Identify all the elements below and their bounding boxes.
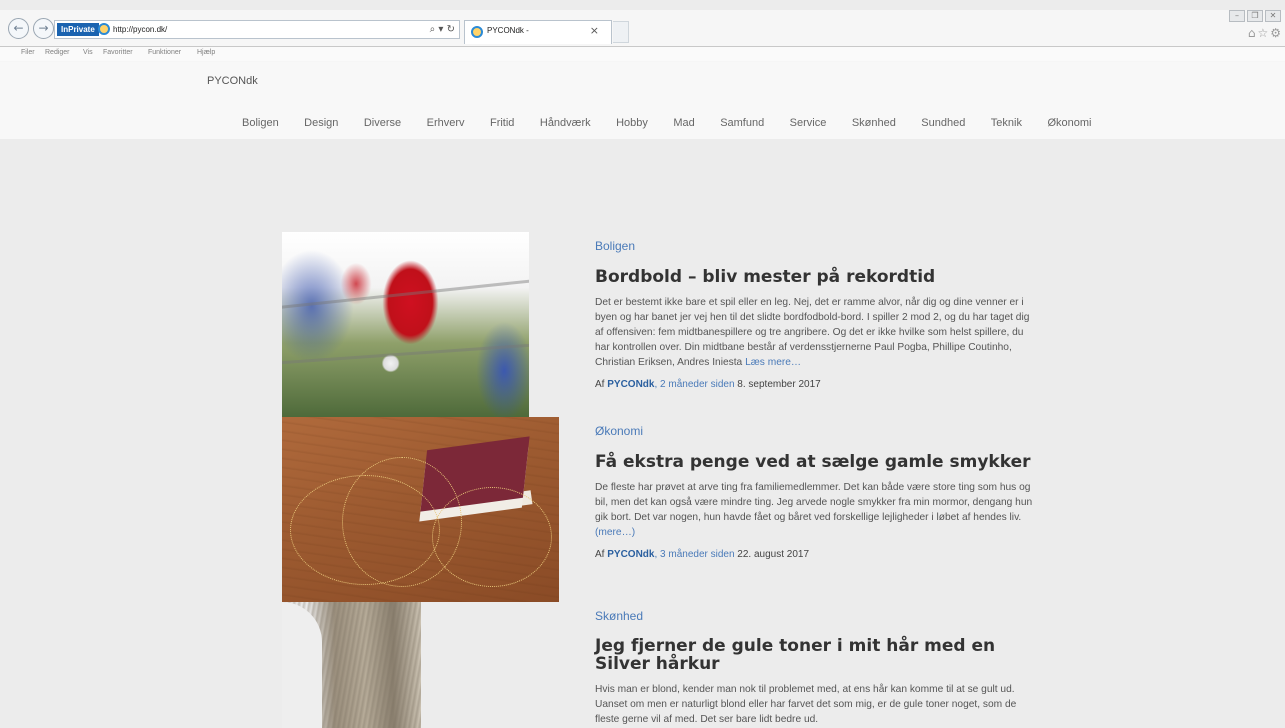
minimize-icon: –: [1235, 11, 1239, 20]
new-tab-button[interactable]: [613, 21, 629, 43]
menu-item-vis[interactable]: Vis: [83, 49, 93, 56]
read-more-link[interactable]: (mere…): [595, 527, 635, 538]
author-link[interactable]: PYCONdk: [607, 379, 654, 390]
article-bordbold: Boligen Bordbold – bliv mester på rekord…: [595, 239, 1035, 390]
menu-item-filer[interactable]: Filer: [21, 49, 35, 56]
article-category[interactable]: Skønhed: [595, 609, 1035, 623]
foosball-rod: [282, 341, 529, 366]
menu-item-hjaelp[interactable]: Hjælp: [197, 49, 215, 56]
nav-item-teknik[interactable]: Teknik: [991, 117, 1022, 129]
site-logo[interactable]: PYCONdk: [207, 75, 258, 87]
search-refresh-icons[interactable]: ⌕ ▾ ↻: [430, 22, 455, 37]
address-url[interactable]: http://pycon.dk/: [113, 23, 167, 37]
window-controls: – ❐ ✕: [1229, 10, 1283, 22]
hair-image-background: [282, 602, 322, 728]
title-strip: [0, 0, 1285, 10]
menu-item-rediger[interactable]: Rediger: [45, 49, 70, 56]
article-haarkur: Skønhed Jeg fjerner de gule toner i mit …: [595, 609, 1035, 727]
nav-item-boligen[interactable]: Boligen: [242, 117, 279, 129]
tab-pycondk[interactable]: PYCONdk - ×: [464, 20, 612, 44]
foosball-rod: [282, 276, 529, 311]
back-button[interactable]: ←: [8, 18, 29, 39]
article-excerpt: Det er bestemt ikke bare et spil eller e…: [595, 295, 1035, 370]
tab-close-icon[interactable]: ×: [590, 24, 599, 37]
nav-item-samfund[interactable]: Samfund: [720, 117, 764, 129]
home-favorites-settings-icons[interactable]: ⌂☆⚙: [1248, 26, 1283, 40]
tab-title: PYCONdk -: [487, 26, 529, 35]
jewelry-image[interactable]: [282, 417, 559, 602]
main-navigation: Boligen Design Diverse Erhverv Fritid Hå…: [242, 113, 1091, 131]
read-more-link[interactable]: Læs mere…: [745, 357, 801, 368]
meta-prefix: Af: [595, 549, 608, 560]
article-date: 22. august 2017: [734, 549, 810, 560]
article-title[interactable]: Bordbold – bliv mester på rekordtid: [595, 268, 1035, 286]
back-arrow-icon: ←: [13, 21, 24, 35]
maximize-button[interactable]: ❐: [1247, 10, 1263, 22]
article-meta: Af PYCONdk, 2 måneder siden 8. september…: [595, 379, 1035, 390]
forward-button[interactable]: →: [33, 18, 54, 39]
maximize-icon: ❐: [1251, 11, 1259, 20]
nav-item-sundhed[interactable]: Sundhed: [921, 117, 965, 129]
inprivate-badge: InPrivate: [57, 23, 99, 36]
author-link[interactable]: PYCONdk: [607, 549, 654, 560]
close-window-button[interactable]: ✕: [1265, 10, 1281, 22]
nav-item-design[interactable]: Design: [304, 117, 338, 129]
article-category[interactable]: Boligen: [595, 239, 1035, 253]
time-ago-link[interactable]: , 3 måneder siden: [654, 549, 734, 560]
address-bar[interactable]: InPrivate http://pycon.dk/ ⌕ ▾ ↻: [54, 20, 460, 39]
nav-item-haandvaerk[interactable]: Håndværk: [540, 117, 591, 129]
article-excerpt-text: De fleste har prøvet at arve ting fra fa…: [595, 482, 1033, 523]
article-excerpt-text: Hvis man er blond, kender man nok til pr…: [595, 684, 1017, 725]
nav-item-oekonomi[interactable]: Økonomi: [1047, 117, 1091, 129]
hair-image[interactable]: [282, 602, 421, 728]
minimize-button[interactable]: –: [1229, 10, 1245, 22]
article-category[interactable]: Økonomi: [595, 424, 1035, 438]
nav-item-diverse[interactable]: Diverse: [364, 117, 401, 129]
article-meta: Af PYCONdk, 3 måneder siden 22. august 2…: [595, 549, 1035, 560]
menu-bar: Filer Rediger Vis Favoritter Funktioner …: [0, 46, 1285, 61]
tab-favicon-icon: [471, 26, 483, 38]
article-excerpt: Hvis man er blond, kender man nok til pr…: [595, 682, 1035, 727]
article-smykker: Økonomi Få ekstra penge ved at sælge gam…: [595, 424, 1035, 560]
close-icon: ✕: [1269, 11, 1277, 20]
browser-chrome: ← → InPrivate http://pycon.dk/ ⌕ ▾ ↻ PYC…: [0, 0, 1285, 62]
nav-item-hobby[interactable]: Hobby: [616, 117, 648, 129]
menu-item-funktioner[interactable]: Funktioner: [148, 49, 181, 56]
nav-item-fritid[interactable]: Fritid: [490, 117, 514, 129]
foosball-image[interactable]: [282, 232, 529, 417]
article-title[interactable]: Få ekstra penge ved at sælge gamle smykk…: [595, 453, 1035, 471]
site-header: PYCONdk Boligen Design Diverse Erhverv F…: [0, 62, 1285, 139]
nav-item-mad[interactable]: Mad: [673, 117, 694, 129]
article-date: 8. september 2017: [734, 379, 821, 390]
necklace-chain: [432, 487, 552, 587]
article-title[interactable]: Jeg fjerner de gule toner i mit hår med …: [595, 637, 1015, 673]
nav-item-service[interactable]: Service: [790, 117, 827, 129]
menu-item-favoritter[interactable]: Favoritter: [103, 49, 133, 56]
forward-arrow-icon: →: [38, 21, 49, 35]
time-ago-link[interactable]: , 2 måneder siden: [654, 379, 734, 390]
meta-prefix: Af: [595, 379, 608, 390]
article-excerpt-text: Det er bestemt ikke bare et spil eller e…: [595, 297, 1030, 368]
nav-item-skoenhed[interactable]: Skønhed: [852, 117, 896, 129]
article-excerpt: De fleste har prøvet at arve ting fra fa…: [595, 480, 1035, 540]
nav-item-erhverv[interactable]: Erhverv: [427, 117, 465, 129]
ie-logo-icon: [98, 23, 110, 35]
